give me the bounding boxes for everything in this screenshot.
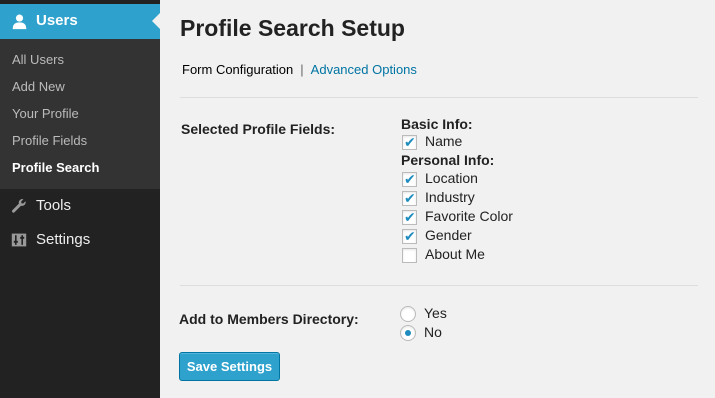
submenu-item-profile-search[interactable]: Profile Search bbox=[12, 160, 99, 175]
checkbox-label: About Me bbox=[425, 246, 485, 262]
group-label-basic-info: Basic Info: bbox=[401, 116, 473, 132]
checkbox[interactable]: ✔ bbox=[402, 171, 417, 187]
checkbox[interactable]: ✔ bbox=[402, 228, 417, 244]
subnav-current-form-configuration: Form Configuration bbox=[182, 62, 294, 77]
menu-item-settings[interactable]: Settings bbox=[0, 225, 160, 255]
radio-label: No bbox=[424, 324, 442, 340]
subsubsub-nav: Form Configuration | Advanced Options bbox=[182, 62, 417, 77]
checkbox[interactable]: ✔ bbox=[402, 190, 417, 206]
check-icon: ✔ bbox=[404, 190, 416, 206]
check-icon: ✔ bbox=[404, 134, 416, 150]
checkbox[interactable]: ✔ bbox=[402, 209, 417, 225]
members-directory-label: Add to Members Directory: bbox=[179, 311, 359, 327]
checkbox-label: Industry bbox=[425, 189, 475, 205]
radio-label: Yes bbox=[424, 305, 447, 321]
settings-sliders-icon bbox=[11, 233, 27, 247]
check-icon: ✔ bbox=[404, 171, 416, 187]
radio-selected-dot bbox=[405, 330, 411, 336]
subnav-link-advanced-options[interactable]: Advanced Options bbox=[311, 62, 417, 77]
submenu-item-all-users[interactable]: All Users bbox=[12, 52, 64, 67]
divider bbox=[180, 97, 698, 98]
submenu-item-profile-fields[interactable]: Profile Fields bbox=[12, 133, 87, 148]
radio-button[interactable] bbox=[400, 325, 416, 341]
users-submenu: All Users Add New Your Profile Profile F… bbox=[0, 39, 160, 189]
admin-sidebar: Users All Users Add New Your Profile Pro… bbox=[0, 0, 160, 398]
menu-item-users-label: Users bbox=[36, 12, 78, 29]
submenu-item-add-new[interactable]: Add New bbox=[12, 79, 65, 94]
checkbox-label: Gender bbox=[425, 227, 472, 243]
checkbox[interactable] bbox=[402, 248, 417, 263]
user-icon bbox=[12, 14, 27, 30]
wrench-icon bbox=[12, 199, 26, 213]
selected-profile-fields-label: Selected Profile Fields: bbox=[181, 121, 336, 137]
submenu-item-your-profile[interactable]: Your Profile bbox=[12, 106, 79, 121]
group-label-personal-info: Personal Info: bbox=[401, 152, 495, 168]
menu-item-users[interactable]: Users bbox=[0, 4, 160, 39]
check-icon: ✔ bbox=[404, 228, 416, 244]
save-settings-button[interactable]: Save Settings bbox=[179, 352, 280, 381]
menu-item-tools[interactable]: Tools bbox=[0, 191, 160, 221]
subnav-separator: | bbox=[300, 62, 304, 77]
checkbox[interactable]: ✔ bbox=[402, 134, 417, 150]
menu-item-settings-label: Settings bbox=[36, 231, 91, 248]
checkbox-label: Location bbox=[425, 170, 478, 186]
page-title: Profile Search Setup bbox=[180, 15, 405, 41]
main-content: Profile Search Setup Form Configuration |… bbox=[160, 0, 715, 398]
checkbox-label: Favorite Color bbox=[425, 208, 513, 224]
divider bbox=[180, 285, 698, 286]
radio-button[interactable] bbox=[400, 306, 416, 322]
menu-item-tools-label: Tools bbox=[36, 197, 72, 214]
check-icon: ✔ bbox=[404, 209, 416, 225]
current-menu-arrow bbox=[152, 13, 160, 29]
checkbox-label: Name bbox=[425, 133, 463, 149]
